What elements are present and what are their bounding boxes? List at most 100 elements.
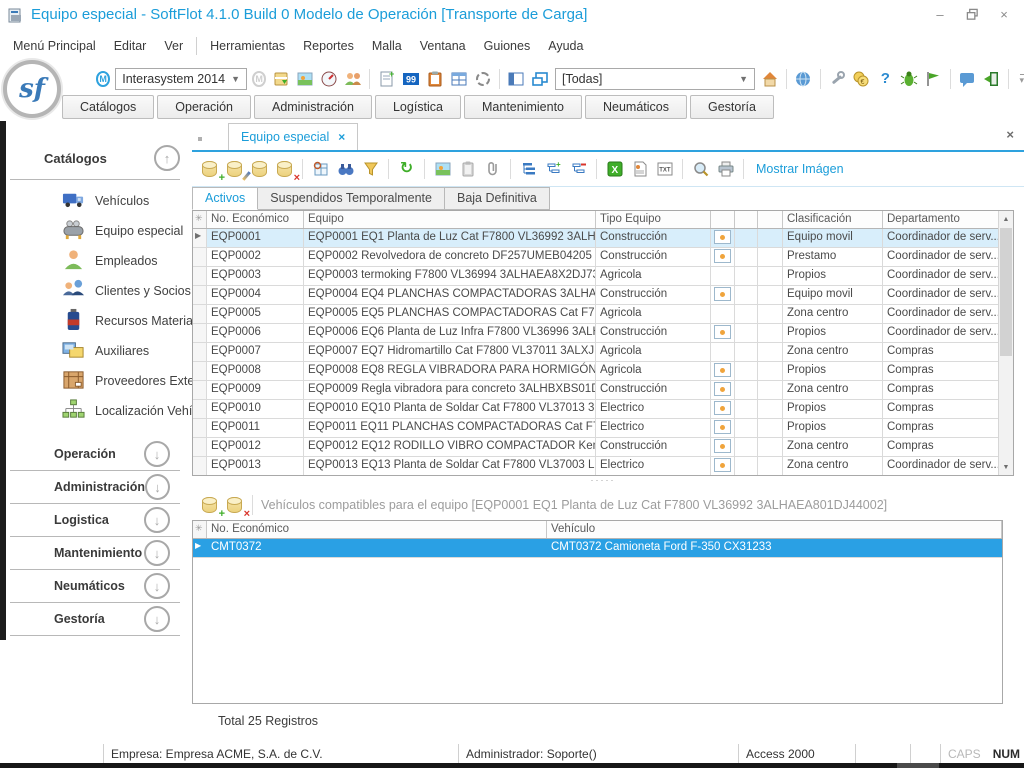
cell-tipo-equipo[interactable]: Electrico <box>596 419 711 437</box>
cell-tipo-equipo[interactable]: Construcción <box>596 438 711 456</box>
cell-col3[interactable] <box>758 419 783 437</box>
cell-no-economico[interactable]: EQP0009 <box>207 381 304 399</box>
cell-image[interactable] <box>711 286 735 304</box>
compat-delete-icon[interactable]: × <box>225 496 244 515</box>
thumbnail-icon[interactable] <box>714 249 731 263</box>
sidebar-section-gestoría[interactable]: Gestoría↓ <box>10 603 180 636</box>
menu-item-guiones[interactable]: Guiones <box>475 35 540 57</box>
view-tab-baja-definitiva[interactable]: Baja Definitiva <box>445 187 550 210</box>
ribbon-tab-mantenimiento[interactable]: Mantenimiento <box>464 95 582 119</box>
ribbon-tab-administración[interactable]: Administración <box>254 95 372 119</box>
cell-no-economico[interactable]: EQP0012 <box>207 438 304 456</box>
equipment-row[interactable]: EQP0010EQP0010 EQ10 Planta de Soldar Cat… <box>193 400 1013 419</box>
coins-icon[interactable]: € <box>852 69 871 88</box>
cell-equipo[interactable]: EQP0006 EQ6 Planta de Luz Infra F7800 VL… <box>304 324 596 342</box>
view-tab-suspendidos-temporalmente[interactable]: Suspendidos Temporalmente <box>258 187 445 210</box>
print-icon[interactable] <box>716 160 735 179</box>
cell-image[interactable] <box>711 400 735 418</box>
pane-close-icon[interactable]: × <box>1006 127 1014 142</box>
report-export-icon[interactable] <box>630 160 649 179</box>
attach-icon[interactable] <box>483 160 502 179</box>
counter-99-icon[interactable]: 99 <box>401 69 420 88</box>
cell-vehiculo[interactable]: CMT0372 Camioneta Ford F-350 CX31233 <box>547 539 1002 557</box>
cell-col2[interactable] <box>735 305 758 323</box>
cell-col2[interactable] <box>735 438 758 456</box>
cell-equipo[interactable]: EQP0010 EQ10 Planta de Soldar Cat F7800 … <box>304 400 596 418</box>
bug-icon[interactable] <box>900 69 919 88</box>
cell-equipo[interactable]: EQP0001 EQ1 Planta de Luz Cat F7800 VL36… <box>304 229 596 247</box>
cell-tipo-equipo[interactable]: Construcción <box>596 381 711 399</box>
ribbon-tab-operación[interactable]: Operación <box>157 95 251 119</box>
cell-no-economico[interactable]: EQP0003 <box>207 267 304 285</box>
cell-clasificacion[interactable]: Equipo movil <box>783 286 883 304</box>
header-vehiculo[interactable]: Vehículo <box>547 521 1002 538</box>
menu-item-herramientas[interactable]: Herramientas <box>201 35 294 57</box>
cell-col2[interactable] <box>735 381 758 399</box>
equipment-row[interactable]: EQP0005EQP0005 EQ5 PLANCHAS COMPACTADORA… <box>193 305 1013 324</box>
window-icon[interactable] <box>531 69 550 88</box>
cell-no-economico[interactable]: EQP0013 <box>207 457 304 475</box>
cell-image[interactable] <box>711 324 735 342</box>
cell-clasificacion[interactable]: Zona centro <box>783 343 883 361</box>
thumbnail-icon[interactable] <box>714 287 731 301</box>
users-icon[interactable] <box>343 69 362 88</box>
cell-image[interactable] <box>711 267 735 285</box>
equipment-row[interactable]: EQP0013EQP0013 EQ13 Planta de Soldar Cat… <box>193 457 1013 476</box>
ribbon-tab-logística[interactable]: Logística <box>375 95 461 119</box>
scroll-thumb[interactable] <box>1000 228 1012 356</box>
ribbon-tab-neumáticos[interactable]: Neumáticos <box>585 95 687 119</box>
thumbnail-icon[interactable] <box>714 439 731 453</box>
expand-down-icon[interactable]: ↓ <box>144 507 170 533</box>
equipment-row[interactable]: EQP0004EQP0004 EQ4 PLANCHAS COMPACTADORA… <box>193 286 1013 305</box>
cell-no-economico[interactable]: EQP0006 <box>207 324 304 342</box>
cell-equipo[interactable]: EQP0004 EQ4 PLANCHAS COMPACTADORAS 3ALHA… <box>304 286 596 304</box>
cell-col3[interactable] <box>758 305 783 323</box>
cell-departamento[interactable]: Compras <box>883 343 1013 361</box>
exit-icon[interactable] <box>982 69 1001 88</box>
menu-item-menú-principal[interactable]: Menú Principal <box>4 35 105 57</box>
header-departamento[interactable]: Departamento <box>883 211 1013 228</box>
sidebar-section-administración[interactable]: Administración↓ <box>10 471 180 504</box>
expand-down-icon[interactable]: ↓ <box>144 540 170 566</box>
archive-icon[interactable] <box>271 69 290 88</box>
cell-no-economico[interactable]: EQP0010 <box>207 400 304 418</box>
thumbnail-icon[interactable] <box>714 325 731 339</box>
table-icon[interactable] <box>449 69 468 88</box>
equipment-row[interactable]: EQP0012EQP0012 EQ12 RODILLO VIBRO COMPAC… <box>193 438 1013 457</box>
cell-departamento[interactable]: Coordinador de serv... <box>883 286 1013 304</box>
cell-no-economico[interactable]: EQP0002 <box>207 248 304 266</box>
expand-down-icon[interactable]: ↓ <box>144 441 170 467</box>
picture-icon[interactable] <box>295 69 314 88</box>
new-document-icon[interactable]: + <box>377 69 396 88</box>
tab-equipo-especial[interactable]: Equipo especial × <box>228 123 358 150</box>
compat-row[interactable]: ▶CMT0372CMT0372 Camioneta Ford F-350 CX3… <box>193 539 1002 558</box>
cell-image[interactable] <box>711 248 735 266</box>
cell-col3[interactable] <box>758 362 783 380</box>
cell-departamento[interactable]: Coordinador de serv... <box>883 248 1013 266</box>
sidebar-section-neumáticos[interactable]: Neumáticos↓ <box>10 570 180 603</box>
cell-image[interactable] <box>711 305 735 323</box>
cell-no-economico[interactable]: EQP0004 <box>207 286 304 304</box>
clipboard-icon[interactable] <box>425 69 444 88</box>
cell-col2[interactable] <box>735 286 758 304</box>
equipment-row[interactable]: ▶EQP0001EQP0001 EQ1 Planta de Luz Cat F7… <box>193 229 1013 248</box>
menu-item-malla[interactable]: Malla <box>363 35 411 57</box>
cell-col3[interactable] <box>758 286 783 304</box>
cell-col2[interactable] <box>735 362 758 380</box>
cell-col2[interactable] <box>735 248 758 266</box>
cell-equipo[interactable]: EQP0009 Regla vibradora para concreto 3A… <box>304 381 596 399</box>
help-icon[interactable]: ? <box>876 69 895 88</box>
cell-col2[interactable] <box>735 324 758 342</box>
chat-icon[interactable] <box>958 69 977 88</box>
header-equipo[interactable]: Equipo <box>304 211 596 228</box>
cell-departamento[interactable]: Compras <box>883 419 1013 437</box>
header-tipo-equipo[interactable]: Tipo Equipo <box>596 211 711 228</box>
cell-no-economico[interactable]: EQP0005 <box>207 305 304 323</box>
cell-departamento[interactable]: Compras <box>883 381 1013 399</box>
search-grid-icon[interactable] <box>311 160 330 179</box>
cell-tipo-equipo[interactable]: Construcción <box>596 229 711 247</box>
cell-clasificacion[interactable]: Zona centro <box>783 457 883 475</box>
binoculars-icon[interactable] <box>336 160 355 179</box>
cell-image[interactable] <box>711 343 735 361</box>
menu-item-editar[interactable]: Editar <box>105 35 156 57</box>
